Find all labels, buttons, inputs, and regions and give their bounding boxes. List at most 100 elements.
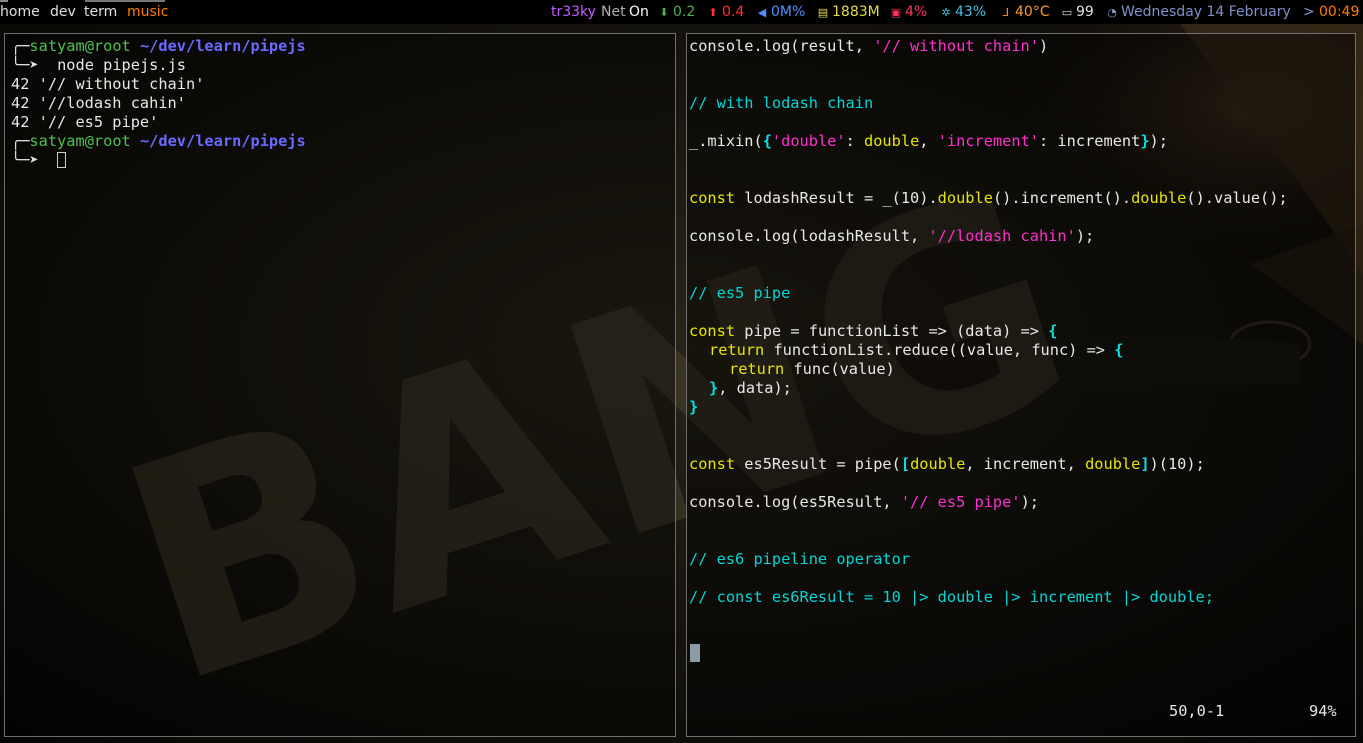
code-token: const <box>689 322 736 340</box>
volume-indicator: ◀ 0M% <box>756 0 806 24</box>
upload-indicator: ⬆ 0.4 <box>707 0 744 24</box>
battery-value: 99 <box>1076 4 1094 20</box>
date-time-separator: > <box>1303 4 1315 20</box>
code-token: pipe = functionList => (data) => <box>735 322 1049 340</box>
code-token: _.mixin( <box>689 132 763 150</box>
code-token: lodashResult = _(10). <box>735 189 938 207</box>
output-line: 42 '//lodash cahin' <box>11 94 186 112</box>
code-token: double <box>1131 189 1187 207</box>
code-token: console.log(result, <box>689 37 874 55</box>
code-line: const lodashResult = _(10).double().incr… <box>689 189 1288 208</box>
terminal-pane[interactable]: ╭─satyam@root ~/dev/learn/pipejs ╰─➤ nod… <box>4 33 676 737</box>
memory-value: 1883M <box>832 4 880 20</box>
prompt-corner-icon: ╭─ <box>11 132 30 150</box>
code-token: 'double' <box>771 132 846 150</box>
code-token: ().value(); <box>1186 189 1288 207</box>
code-token: double <box>937 189 993 207</box>
workspace-dev[interactable]: dev <box>50 0 76 24</box>
command-line: ╰─➤ node pipejs.js <box>11 56 186 75</box>
code-token: ) <box>1038 37 1049 55</box>
prompt-path: ~/dev/learn/pipejs <box>139 37 306 55</box>
code-token: : <box>845 132 865 150</box>
code-token: [ <box>900 455 911 473</box>
code-line: console.log(lodashResult, '//lodash cahi… <box>689 227 1094 246</box>
volume-value: 0M% <box>771 4 806 20</box>
code-token: '// without chain' <box>873 37 1039 55</box>
code-token: double <box>910 455 966 473</box>
net-state: On <box>629 4 649 20</box>
prompt-at: @ <box>84 37 94 55</box>
code-token: : increment <box>1039 132 1141 150</box>
code-token: console.log(es5Result, <box>689 493 901 511</box>
clock-indicator: ◔ Wednesday 14 February <box>1106 0 1291 24</box>
thermometer-icon: ⅃ <box>1002 6 1010 19</box>
code-token: { <box>1114 341 1124 359</box>
date-value: Wednesday 14 February <box>1121 4 1291 20</box>
code-token: ); <box>1020 493 1039 511</box>
code-line: return functionList.reduce((value, func)… <box>709 341 1123 360</box>
arrow-down-icon: ⬇ <box>659 6 669 19</box>
code-line: } <box>689 398 699 416</box>
battery-indicator: ▭ 99 <box>1061 0 1094 24</box>
code-line: console.log(result, '// without chain') <box>689 37 1048 56</box>
code-token: , increment, <box>965 455 1086 473</box>
speaker-icon: ◀ <box>757 6 767 19</box>
code-comment: // const es6Result = 10 |> double |> inc… <box>689 588 1214 606</box>
code-token: console.log(lodashResult, <box>689 227 929 245</box>
command-text: node pipejs.js <box>57 56 186 74</box>
code-token: ); <box>1149 132 1168 150</box>
arrow-up-icon: ⬆ <box>708 6 718 19</box>
vim-editor-pane[interactable]: console.log(result, '// without chain') … <box>686 33 1356 737</box>
prompt-host: root <box>93 132 131 150</box>
cpu-value: 4% <box>905 4 928 20</box>
vim-cursor <box>690 644 700 662</box>
prompt-user: satyam <box>29 37 85 55</box>
code-line: console.log(es5Result, '// es5 pipe'); <box>689 493 1039 512</box>
fan-indicator: ✲ 43% <box>940 0 986 24</box>
prompt-arrow-icon: ╰─➤ <box>11 56 58 74</box>
temperature-indicator: ⅃ 40°C <box>1000 0 1050 24</box>
top-status-bar: home dev term music tr33ky Net On ⬇ 0.2 ⬆… <box>0 0 1363 24</box>
code-line: _.mixin({'double': double, 'increment': … <box>689 132 1168 151</box>
memory-indicator: ▤ 1883M <box>817 0 880 24</box>
fan-value: 43% <box>955 4 987 20</box>
code-token: double <box>864 132 920 150</box>
code-token: ().increment(). <box>992 189 1132 207</box>
workspace-home[interactable]: home <box>0 0 40 24</box>
cpu-icon: ▣ <box>890 6 902 19</box>
download-indicator: ⬇ 0.2 <box>658 0 695 24</box>
prompt-corner-icon: ╭─ <box>11 37 30 55</box>
code-token: '//lodash cahin' <box>928 227 1076 245</box>
prompt-user: satyam <box>29 132 85 150</box>
input-line[interactable]: ╰─➤ <box>11 151 67 170</box>
output-line: 42 '// without chain' <box>11 75 205 93</box>
prompt-line-1: ╭─satyam@root ~/dev/learn/pipejs <box>11 37 306 56</box>
code-token: { <box>1048 322 1058 340</box>
scroll-percent: 94% <box>1309 702 1337 720</box>
code-token: )(10); <box>1149 455 1205 473</box>
battery-icon: ▭ <box>1061 6 1073 19</box>
code-token: { <box>762 132 772 150</box>
prompt-host: root <box>93 37 131 55</box>
workspace-music[interactable]: music <box>127 0 168 24</box>
workspace-term[interactable]: term <box>84 0 117 24</box>
code-token: ); <box>1075 227 1095 245</box>
download-rate: 0.2 <box>673 4 696 20</box>
code-token: func(value) <box>784 360 895 378</box>
cursor-position: 50,0-1 <box>1169 702 1225 720</box>
code-line: }, data); <box>709 379 792 398</box>
prompt-at: @ <box>84 132 94 150</box>
prompt-arrow-icon: ╰─➤ <box>11 151 58 169</box>
code-token: es5Result = pipe( <box>735 455 901 473</box>
fan-icon: ✲ <box>941 6 951 19</box>
code-token: double <box>1085 455 1141 473</box>
output-line: 42 '// es5 pipe' <box>11 113 159 131</box>
code-comment: // es6 pipeline operator <box>689 550 911 568</box>
code-token: } <box>709 379 719 397</box>
code-line: const es5Result = pipe([double, incremen… <box>689 455 1205 474</box>
cpu-indicator: ▣ 4% <box>890 0 927 24</box>
code-line: return func(value) <box>729 360 895 379</box>
terminal-cursor <box>57 152 67 168</box>
code-token: const <box>689 455 736 473</box>
username-label: tr33ky <box>551 4 596 20</box>
